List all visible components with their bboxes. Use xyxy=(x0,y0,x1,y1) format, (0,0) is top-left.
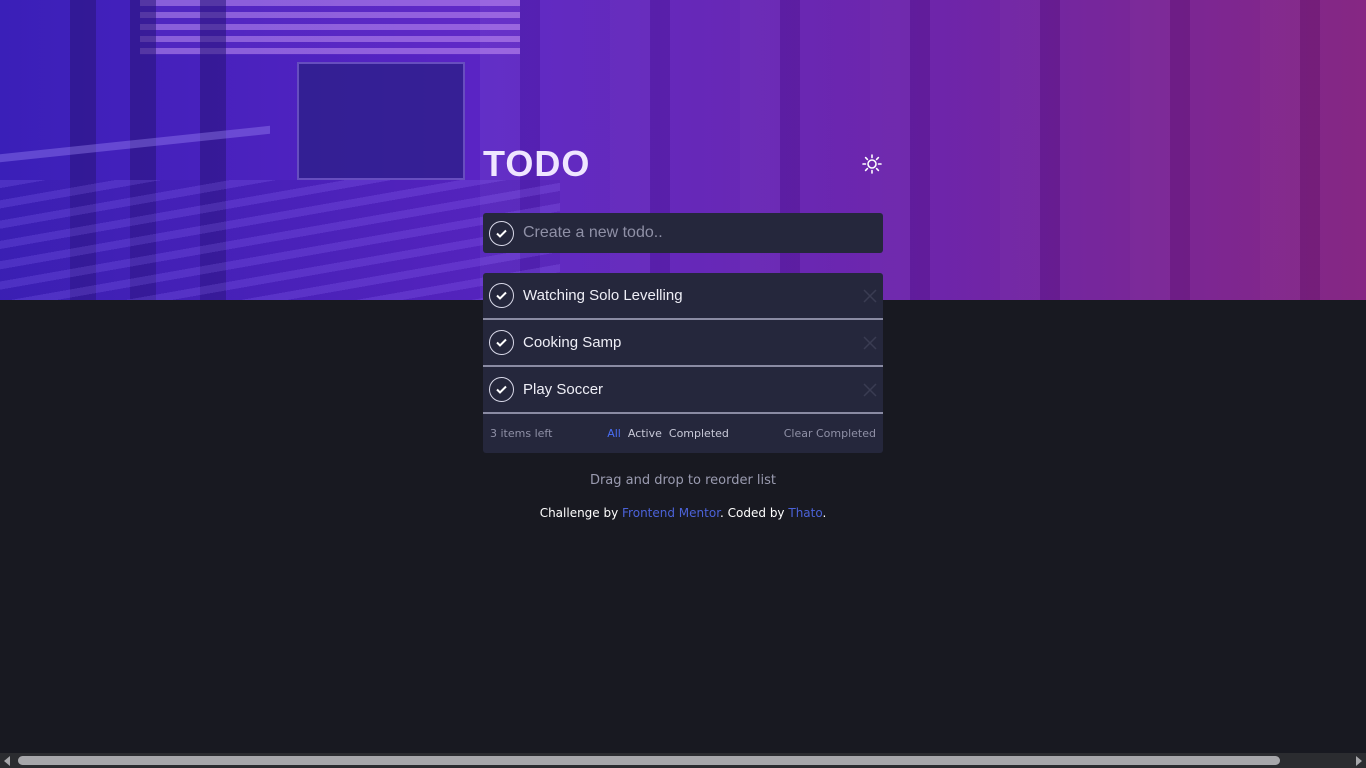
todo-footer: 3 items left All Active Completed Clear … xyxy=(483,414,883,453)
new-todo-check-button[interactable] xyxy=(489,220,514,246)
close-icon[interactable] xyxy=(863,335,877,350)
todo-text: Watching Solo Levelling xyxy=(523,287,683,304)
todo-list: Watching Solo Levelling Cooking Samp Pla… xyxy=(483,273,883,453)
close-icon[interactable] xyxy=(863,382,877,397)
todo-app: TODO Create a new todo.. Watching Solo L… xyxy=(483,140,883,520)
author-link[interactable]: Thato xyxy=(788,506,822,520)
check-icon xyxy=(496,229,507,238)
filter-all[interactable]: All xyxy=(607,427,621,440)
app-header: TODO xyxy=(483,140,883,188)
theme-toggle-button[interactable] xyxy=(861,153,883,175)
items-left-count: 3 items left xyxy=(490,427,553,440)
frontend-mentor-link[interactable]: Frontend Mentor xyxy=(622,506,720,520)
todo-text: Cooking Samp xyxy=(523,334,622,351)
new-todo-input[interactable] xyxy=(523,224,883,242)
attribution-suffix: . xyxy=(822,506,827,520)
scrollbar-thumb[interactable] xyxy=(18,756,1280,765)
todo-item[interactable]: Play Soccer xyxy=(483,367,883,414)
filter-group: All Active Completed xyxy=(607,427,729,440)
check-icon xyxy=(496,385,507,394)
todo-item[interactable]: Watching Solo Levelling xyxy=(483,273,883,320)
clear-completed-button[interactable]: Clear Completed xyxy=(784,427,876,440)
todo-text: Play Soccer xyxy=(523,381,604,398)
check-icon xyxy=(496,338,507,347)
check-icon xyxy=(496,291,507,300)
filter-active[interactable]: Active xyxy=(628,427,662,440)
filter-completed[interactable]: Completed xyxy=(669,427,729,440)
todo-check-button[interactable] xyxy=(489,283,514,308)
attribution-middle: . Coded by xyxy=(720,506,789,520)
app-title: TODO xyxy=(483,143,591,184)
horizontal-scrollbar[interactable] xyxy=(0,753,1366,768)
close-icon[interactable] xyxy=(863,288,877,303)
todo-check-button[interactable] xyxy=(489,330,514,355)
new-todo-bar xyxy=(483,213,883,253)
sun-icon xyxy=(862,154,882,174)
attribution-prefix: Challenge by xyxy=(539,506,623,520)
attribution: Challenge by Frontend Mentor. Coded by T… xyxy=(483,506,883,520)
todo-item[interactable]: Cooking Samp xyxy=(483,320,883,367)
scroll-right-icon[interactable] xyxy=(1356,756,1362,766)
reorder-hint: Drag and drop to reorder list xyxy=(589,473,777,488)
scroll-left-icon[interactable] xyxy=(4,756,10,766)
todo-check-button[interactable] xyxy=(489,377,514,402)
